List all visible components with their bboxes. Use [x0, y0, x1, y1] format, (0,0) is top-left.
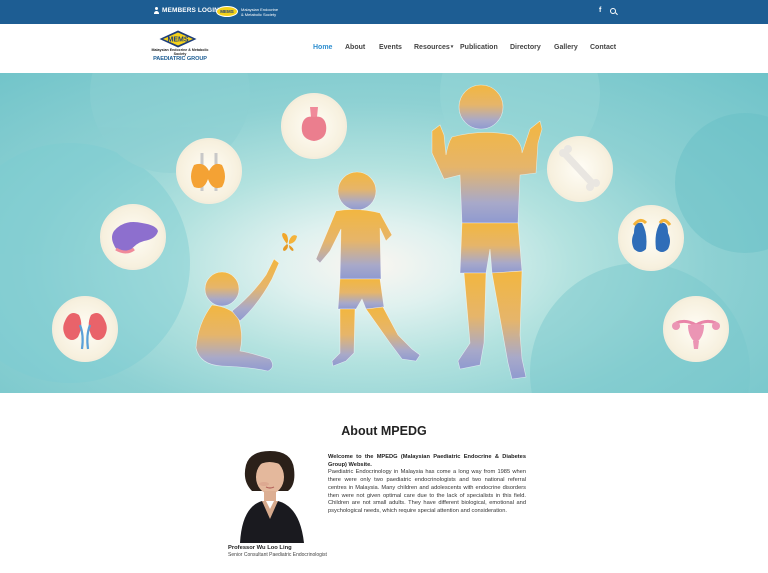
logo-diamond-icon: MEMS [159, 30, 197, 48]
site-logo[interactable]: MEMS Malaysian Endocrine & Metabolic Soc… [150, 30, 210, 70]
about-title: About MPEDG [341, 424, 427, 438]
butterfly-icon [282, 233, 297, 251]
baby-figure [195, 258, 280, 372]
professor-role: Senior Consultant Paediatric Endocrinolo… [228, 552, 327, 558]
about-text: Welcome to the MPEDG (Malaysian Paediatr… [328, 454, 526, 516]
uterus-circle [663, 296, 729, 362]
professor-name: Professor Wu Loo Ling [228, 545, 292, 551]
nav-publication[interactable]: Publication [460, 44, 498, 51]
nav-directory[interactable]: Directory [510, 44, 541, 51]
about-lead: Welcome to the MPEDG (Malaysian Paediatr… [328, 454, 526, 468]
nav-contact[interactable]: Contact [590, 44, 616, 51]
adrenal-circle [618, 205, 684, 271]
top-bar: MEMBERS LOGIN MEMS Malaysian Endocrine &… [0, 0, 768, 24]
logo-society-text: Malaysian Endocrine & Metabolic Society [151, 48, 209, 56]
bone-circle [547, 136, 613, 202]
nav-resources[interactable]: Resources▾ [414, 44, 453, 51]
portrait-image [232, 451, 310, 543]
nav-about[interactable]: About [345, 44, 365, 51]
facebook-icon[interactable]: f [599, 7, 601, 14]
thyroid-circle [176, 138, 242, 204]
logo-group-text: PAEDIATRIC GROUP [153, 56, 207, 62]
user-icon [153, 7, 159, 14]
mems-society-name: Malaysian Endocrine & Metabolic Society [241, 7, 279, 17]
professor-photo [232, 451, 310, 543]
nav-events[interactable]: Events [379, 44, 402, 51]
child-figure [315, 171, 421, 367]
hero-banner [0, 73, 768, 393]
pituitary-circle [281, 93, 347, 159]
kidney-circle [52, 296, 118, 362]
about-body: Paediatric Endocrinology in Malaysia has… [328, 469, 526, 514]
nav-home[interactable]: Home [313, 44, 332, 51]
nav-gallery[interactable]: Gallery [554, 44, 578, 51]
members-login-link[interactable]: MEMBERS LOGIN [153, 7, 219, 14]
logo-mark: MEMS [168, 37, 189, 44]
pancreas-circle [100, 204, 166, 270]
nav-resources-label: Resources [414, 44, 450, 51]
site-header: MEMS Malaysian Endocrine & Metabolic Soc… [0, 24, 768, 73]
mems-badge[interactable]: MEMS [216, 6, 238, 17]
caret-down-icon: ▾ [450, 44, 454, 50]
search-icon[interactable] [610, 8, 617, 15]
members-login-label: MEMBERS LOGIN [162, 7, 219, 14]
hero-illustration [0, 73, 768, 393]
